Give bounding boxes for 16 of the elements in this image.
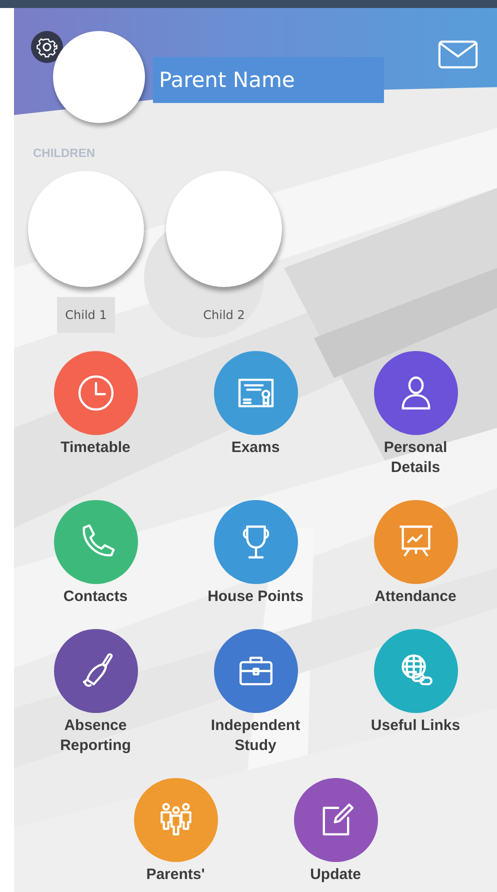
- tile-label[interactable]: Timetable: [60, 438, 130, 458]
- tile-label[interactable]: House Points: [208, 587, 304, 607]
- tile-label[interactable]: Personal Details: [384, 438, 448, 478]
- parent-name: Parent Name: [153, 57, 384, 103]
- tile-label[interactable]: Exams: [231, 438, 280, 458]
- mail-icon[interactable]: [438, 40, 478, 69]
- child-name[interactable]: Child 2: [195, 297, 253, 333]
- tile-label[interactable]: Parents': [146, 865, 205, 885]
- child-name[interactable]: Child 1: [57, 297, 115, 333]
- settings-icon[interactable]: [31, 31, 63, 63]
- tile-label[interactable]: Update: [310, 865, 361, 885]
- tile-label[interactable]: Contacts: [63, 587, 128, 607]
- tile-label[interactable]: Independent Study: [210, 716, 300, 756]
- tile-label[interactable]: Useful Links: [370, 716, 460, 736]
- tile-label[interactable]: Attendance: [374, 587, 456, 607]
- tile-label[interactable]: Absence Reporting: [60, 716, 131, 756]
